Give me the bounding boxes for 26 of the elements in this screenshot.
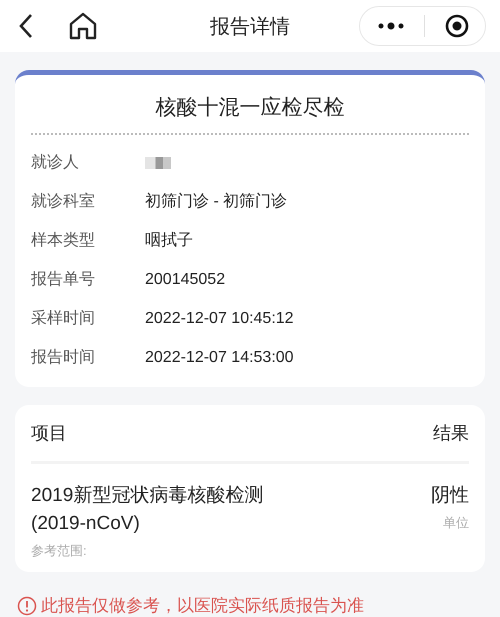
redacted-name — [145, 156, 171, 168]
field-label: 报告单号 — [31, 270, 96, 290]
field-value: 初筛门诊 - 初筛门诊 — [145, 192, 288, 212]
field-label: 就诊人 — [31, 152, 80, 173]
close-icon[interactable] — [445, 14, 469, 38]
field-value: 咽拭子 — [145, 230, 193, 251]
back-icon[interactable] — [18, 13, 34, 39]
report-title: 核酸十混一应检尽检 — [154, 95, 346, 121]
more-icon[interactable] — [378, 22, 404, 30]
warning-icon — [17, 596, 37, 616]
field-value: 200145052 — [145, 270, 226, 288]
field-label: 采样时间 — [31, 308, 96, 329]
column-header: 项目 — [31, 422, 67, 445]
field-value: 2022-12-07 10:45:12 — [145, 310, 294, 328]
test-result: 阴性 — [431, 484, 469, 508]
unit-label: 单位 — [442, 514, 469, 532]
notice-text: 此报告仅做参考，以医院实际纸质报告为准 — [41, 595, 364, 617]
test-name: 2019新型冠状病毒核酸检测(2019-nCoV) — [31, 484, 264, 536]
page-title: 报告详情 — [209, 14, 291, 40]
field-label: 就诊科室 — [31, 192, 96, 212]
field-value: 2022-12-07 14:53:00 — [145, 348, 294, 366]
home-icon[interactable] — [68, 12, 98, 40]
field-label: 样本类型 — [31, 230, 96, 251]
column-header: 结果 — [433, 422, 469, 445]
reference-range: 参考范围: — [31, 542, 88, 560]
field-label: 报告时间 — [31, 348, 96, 368]
